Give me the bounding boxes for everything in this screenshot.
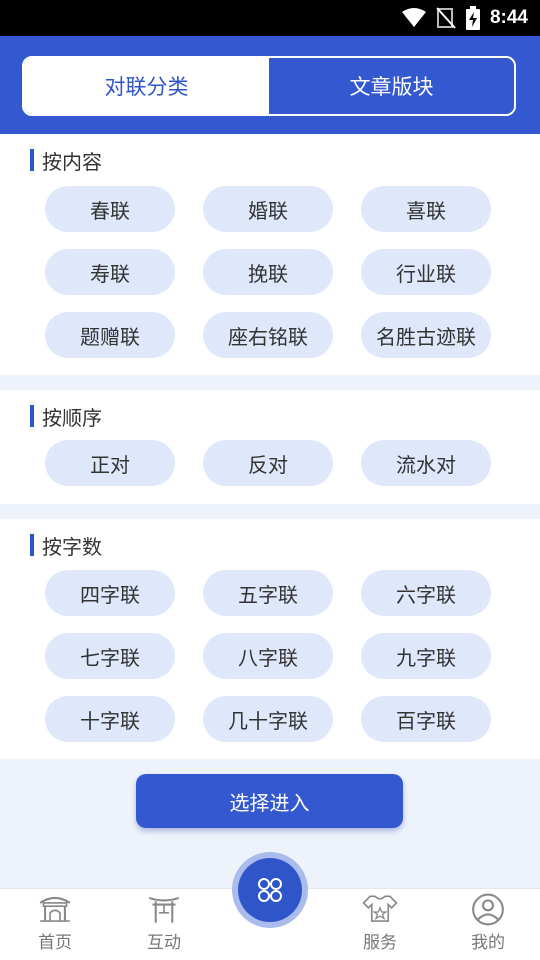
section-title: 按顺序 (42, 405, 102, 430)
tab-service[interactable]: 服务 (340, 893, 420, 957)
section-marker (30, 534, 34, 556)
tab-article-section[interactable]: 文章版块 (269, 58, 514, 114)
chip-baizilian[interactable]: 百字联 (361, 696, 491, 742)
tab-label: 我的 (471, 933, 505, 953)
status-icons: 8:44 (401, 0, 528, 36)
chip-wanlian[interactable]: 挽联 (203, 249, 333, 295)
chip-shoulian[interactable]: 寿联 (45, 249, 175, 295)
tab-label: 首页 (38, 933, 72, 953)
user-profile-icon (472, 893, 504, 926)
home-pavilion-icon (39, 896, 71, 922)
interact-gate-icon (148, 896, 180, 923)
chip-jishizilian[interactable]: 几十字联 (203, 696, 333, 742)
section-by-order: 按顺序 正对 反对 流水对 (0, 390, 540, 504)
chip-chunlian[interactable]: 春联 (45, 186, 175, 232)
section-marker (30, 149, 34, 171)
chip-zuoyouminglian[interactable]: 座右铭联 (203, 312, 333, 358)
section-title: 按字数 (42, 534, 102, 559)
segmented-control: 对联分类 文章版块 (22, 56, 516, 116)
wifi-icon (401, 8, 426, 27)
select-enter-button[interactable]: 选择进入 (136, 774, 403, 828)
section-by-content: 按内容 春联 婚联 喜联 寿联 挽联 行业联 题赠联 座右铭联 名胜古迹联 (0, 134, 540, 375)
header: 对联分类 文章版块 (0, 36, 540, 134)
service-onesie-icon (362, 895, 398, 922)
chip-mingshengguji[interactable]: 名胜古迹联 (361, 312, 491, 358)
chip-liuzilian[interactable]: 六字联 (361, 570, 491, 616)
chip-tizenglian[interactable]: 题赠联 (45, 312, 175, 358)
chip-fandui[interactable]: 反对 (203, 440, 333, 486)
section-title: 按内容 (42, 149, 102, 174)
chip-sizilian[interactable]: 四字联 (45, 570, 175, 616)
no-signal-icon (436, 7, 456, 29)
tab-label: 互动 (147, 933, 181, 953)
chip-wuzilian[interactable]: 五字联 (203, 570, 333, 616)
tab-label: 服务 (363, 933, 397, 953)
battery-charging-icon (465, 6, 480, 30)
chip-liushuidui[interactable]: 流水对 (361, 440, 491, 486)
chip-qizilian[interactable]: 七字联 (45, 633, 175, 679)
tab-mine[interactable]: 我的 (448, 893, 528, 957)
chip-hunlian[interactable]: 婚联 (203, 186, 333, 232)
tab-interact[interactable]: 互动 (124, 893, 204, 957)
tab-home[interactable]: 首页 (15, 893, 95, 957)
center-menu-button[interactable] (232, 852, 308, 928)
chip-hangyelian[interactable]: 行业联 (361, 249, 491, 295)
section-marker (30, 405, 34, 427)
chip-xilian[interactable]: 喜联 (361, 186, 491, 232)
status-time: 8:44 (489, 7, 528, 28)
status-bar: 8:44 (0, 0, 540, 36)
tab-couplet-categories[interactable]: 对联分类 (24, 58, 269, 114)
chip-zhengdui[interactable]: 正对 (45, 440, 175, 486)
chip-shizilian[interactable]: 十字联 (45, 696, 175, 742)
chip-bazilian[interactable]: 八字联 (203, 633, 333, 679)
section-by-char-count: 按字数 四字联 五字联 六字联 七字联 八字联 九字联 十字联 几十字联 百字联 (0, 519, 540, 759)
clover-icon (258, 878, 282, 902)
chip-jiuzilian[interactable]: 九字联 (361, 633, 491, 679)
